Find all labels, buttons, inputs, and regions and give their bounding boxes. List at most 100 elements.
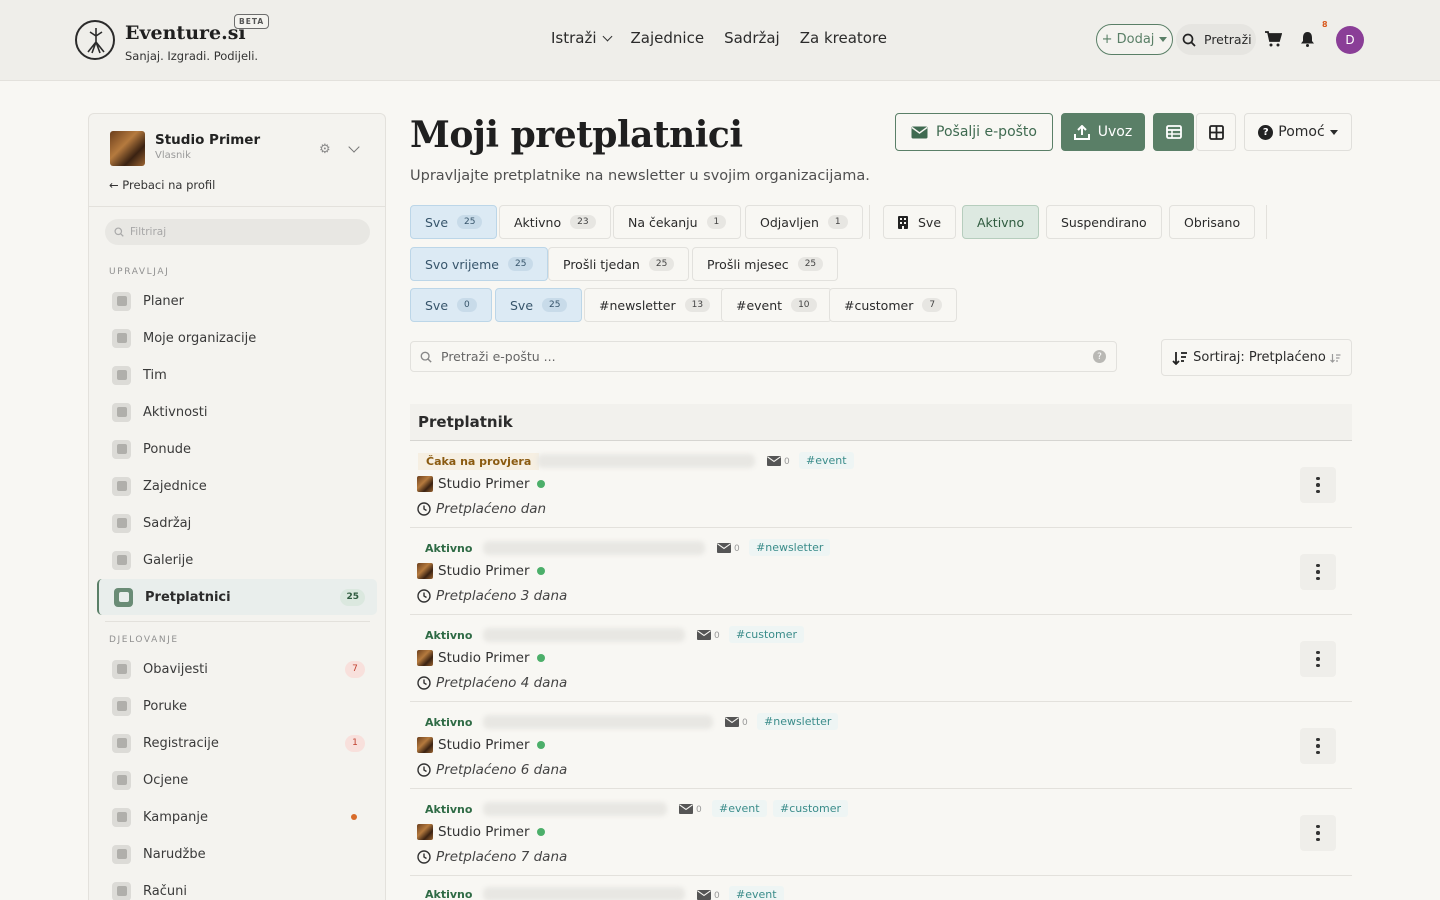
import-button[interactable]: Uvoz [1061, 113, 1145, 151]
help-icon[interactable]: ? [1093, 350, 1106, 363]
users-icon [112, 476, 131, 496]
time-filter-all-time[interactable]: Svo vrijeme 25 [410, 247, 549, 281]
envelope-icon [911, 126, 928, 138]
email-count: 0 [696, 805, 702, 815]
cart-icon[interactable] [1265, 31, 1282, 47]
search-button[interactable]: Pretraži [1176, 24, 1256, 55]
grid-view-button[interactable] [1196, 113, 1236, 151]
sort-button[interactable]: Sortiraj: Pretplaćeno [1161, 339, 1352, 376]
page-subtitle: Upravljajte pretplatnike na newsletter u… [410, 168, 870, 184]
row-actions-button[interactable] [1300, 467, 1336, 503]
logo[interactable]: Eventure.si Sanjaj. Izgradi. Podijeli. B… [75, 14, 270, 63]
time-filter-last-week[interactable]: Prošli tjedan 25 [548, 247, 690, 281]
chevron-down-icon [602, 31, 612, 41]
profile-image [110, 131, 145, 166]
status-badge: Čaka na provjera [418, 453, 540, 470]
sidebar-item-invoices[interactable]: Računi [97, 873, 377, 900]
envelope-icon [725, 717, 739, 727]
tag-filter-all[interactable]: Sve 25 [495, 288, 583, 322]
status-dot [536, 567, 545, 575]
sidebar-item-reviews[interactable]: Ocjene [97, 762, 377, 798]
tag[interactable]: #customer [729, 626, 805, 643]
email-search-input[interactable]: Pretraži e-poštu ... ? [410, 341, 1117, 372]
avatar[interactable]: D [1336, 26, 1364, 54]
sidebar-item-messages[interactable]: Poruke [97, 688, 377, 724]
status-filter-all[interactable]: Sve 25 [410, 205, 498, 239]
tag[interactable]: #customer [773, 800, 849, 817]
upload-icon [1073, 124, 1090, 140]
email-count: 0 [714, 891, 720, 900]
tag[interactable]: #newsletter [757, 713, 839, 730]
org-filter-all[interactable]: Sve [883, 205, 957, 239]
sidebar-item-registrations[interactable]: Registracije 1 [97, 725, 377, 761]
help-button[interactable]: ? Pomoć [1244, 113, 1352, 151]
calendar-icon [112, 291, 131, 311]
sidebar-item-orders[interactable]: Narudžbe [97, 836, 377, 872]
nav-explore[interactable]: Istraži [551, 29, 612, 47]
bell-icon[interactable] [1300, 31, 1315, 47]
user-check-icon [112, 733, 131, 753]
table-row: Aktivno 0 #newsletter Studio Primer Pret… [410, 528, 1352, 615]
sidebar-filter-input[interactable]: Filtriraj [105, 219, 370, 245]
table-view-button[interactable] [1153, 113, 1194, 151]
sidebar-item-planner[interactable]: Planer [97, 283, 377, 319]
star-icon [112, 770, 131, 790]
bag-icon [112, 844, 131, 864]
envelope-icon [767, 456, 781, 466]
bell-icon [112, 659, 131, 679]
sidebar-item-offers[interactable]: Ponude [97, 431, 377, 467]
tag[interactable]: #newsletter [749, 539, 831, 556]
send-email-button[interactable]: Pošalji e-pošto [895, 113, 1053, 151]
sidebar-item-activities[interactable]: Aktivnosti [97, 394, 377, 430]
subscribed-time: Pretplaćeno 3 dana [417, 588, 567, 604]
row-actions-button[interactable] [1300, 728, 1336, 764]
org-filter-deleted[interactable]: Obrisano [1169, 205, 1256, 239]
tree-logo-icon [75, 20, 115, 60]
org-image [417, 563, 433, 579]
tag[interactable]: #event [799, 452, 854, 469]
sidebar: Studio Primer Vlasnik ⚙ ← Prebaci na pro… [88, 113, 386, 900]
sidebar-item-team[interactable]: Tim [97, 357, 377, 393]
nav-communities[interactable]: Zajednice [631, 29, 705, 47]
organization: Studio Primer [417, 563, 545, 579]
tag-filter-none[interactable]: Sve 0 [410, 288, 492, 322]
add-button[interactable]: + Dodaj [1096, 24, 1173, 55]
clock-icon [417, 850, 431, 864]
sidebar-item-organizations[interactable]: Moje organizacije [97, 320, 377, 356]
org-filter-suspended[interactable]: Suspendirano [1046, 205, 1162, 239]
clock-icon [417, 589, 431, 603]
sidebar-item-galleries[interactable]: Galerije [97, 542, 377, 578]
status-filter-unsubscribed[interactable]: Odjavljen 1 [745, 205, 863, 239]
sidebar-item-subscribers[interactable]: Pretplatnici 25 [97, 579, 377, 615]
sidebar-item-content[interactable]: Sadržaj [97, 505, 377, 541]
switch-to-profile-link[interactable]: ← Prebaci na profil [109, 178, 215, 192]
sidebar-item-campaigns[interactable]: Kampanje [97, 799, 377, 835]
org-filter-active[interactable]: Aktivno [962, 205, 1040, 239]
notifications-badge: 7 [345, 660, 365, 678]
tag[interactable]: #event [729, 886, 784, 900]
tag-filter-newsletter[interactable]: #newsletter 13 [584, 288, 726, 322]
blurred-email [483, 715, 713, 729]
time-filter-last-month[interactable]: Prošli mjesec 25 [692, 247, 839, 281]
tag[interactable]: #event [712, 800, 767, 817]
envelope-icon [679, 804, 693, 814]
table-row: Aktivno 0 #event [410, 876, 1352, 900]
chevron-down-icon[interactable] [348, 141, 360, 153]
image-icon [112, 550, 131, 570]
organization: Studio Primer [417, 650, 545, 666]
megaphone-icon [112, 807, 131, 827]
sidebar-item-communities[interactable]: Zajednice [97, 468, 377, 504]
row-actions-button[interactable] [1300, 641, 1336, 677]
nav-for-creators[interactable]: Za kreatore [800, 29, 887, 47]
nav-content[interactable]: Sadržaj [724, 29, 780, 47]
row-actions-button[interactable] [1300, 554, 1336, 590]
status-filter-pending[interactable]: Na čekanju 1 [613, 205, 742, 239]
status-filter-active[interactable]: Aktivno 23 [499, 205, 611, 239]
tag-filter-customer[interactable]: #customer 7 [829, 288, 958, 322]
row-actions-button[interactable] [1300, 815, 1336, 851]
gear-icon[interactable]: ⚙ [319, 142, 331, 157]
table-row: Čaka na provjera 0 #event Studio Primer … [410, 441, 1352, 528]
clock-icon [417, 763, 431, 777]
tag-filter-event[interactable]: #event 10 [721, 288, 832, 322]
sidebar-item-notifications[interactable]: Obavijesti 7 [97, 651, 377, 687]
